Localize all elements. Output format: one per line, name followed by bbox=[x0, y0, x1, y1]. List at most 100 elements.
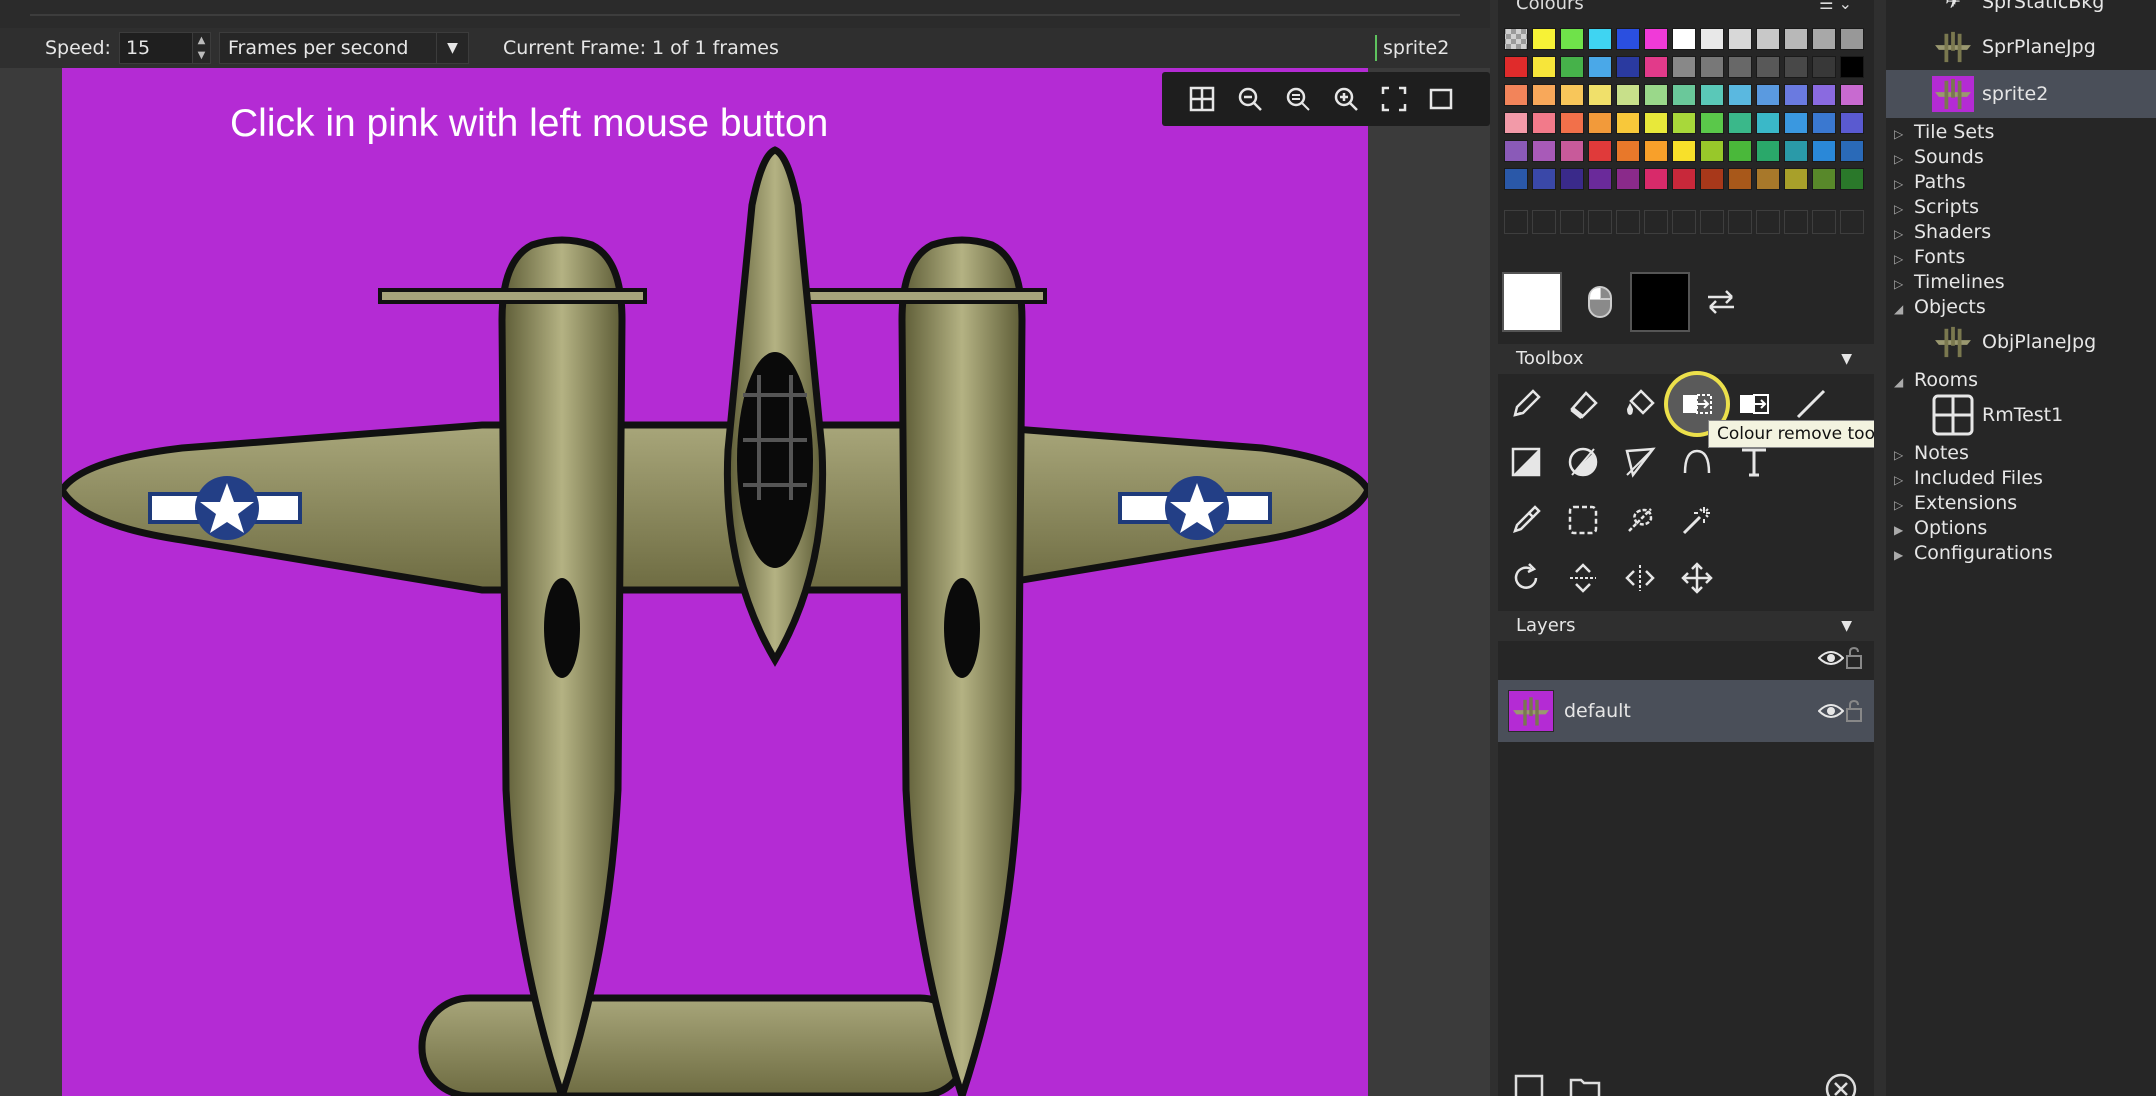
expand-icon[interactable]: ▶ bbox=[1894, 542, 1910, 568]
custom-colour-slot[interactable] bbox=[1532, 210, 1556, 234]
custom-colour-slot[interactable] bbox=[1644, 210, 1668, 234]
custom-colour-slot[interactable] bbox=[1840, 210, 1864, 234]
speed-input[interactable] bbox=[118, 32, 193, 64]
new-layer-icon[interactable] bbox=[1512, 1072, 1546, 1096]
tree-folder-sounds[interactable]: ▷ Sounds bbox=[1886, 144, 1984, 170]
colour-swatch[interactable] bbox=[1728, 168, 1752, 190]
colour-swatch[interactable] bbox=[1756, 140, 1780, 162]
colour-swatch[interactable] bbox=[1840, 56, 1864, 78]
colour-swatch[interactable] bbox=[1504, 112, 1528, 134]
colour-swatch[interactable] bbox=[1840, 84, 1864, 106]
colour-swatch[interactable] bbox=[1812, 84, 1836, 106]
zoom-out-button[interactable] bbox=[1230, 79, 1270, 119]
colour-swatch[interactable] bbox=[1756, 84, 1780, 106]
tree-folder-tilesets[interactable]: ▷ Tile Sets bbox=[1886, 119, 1994, 145]
colour-swatch[interactable] bbox=[1672, 56, 1696, 78]
panel-divider[interactable] bbox=[1490, 0, 1498, 1096]
colour-swatch[interactable] bbox=[1728, 28, 1752, 50]
colour-swatch[interactable] bbox=[1728, 112, 1752, 134]
colour-swatch[interactable] bbox=[1812, 168, 1836, 190]
colour-swatch[interactable] bbox=[1672, 168, 1696, 190]
fill-tool-button[interactable] bbox=[1616, 380, 1664, 428]
chevron-down-icon[interactable]: ▼ bbox=[1841, 344, 1852, 374]
speed-unit-select[interactable]: Frames per second ▼ bbox=[218, 32, 469, 64]
colour-swatch[interactable] bbox=[1588, 56, 1612, 78]
colour-swatch[interactable] bbox=[1560, 28, 1584, 50]
colour-swatch[interactable] bbox=[1812, 140, 1836, 162]
tree-folder-shaders[interactable]: ▷ Shaders bbox=[1886, 219, 1991, 245]
folder-icon[interactable] bbox=[1568, 1072, 1602, 1096]
custom-colour-slot[interactable] bbox=[1728, 210, 1752, 234]
colour-swatch[interactable] bbox=[1504, 168, 1528, 190]
eye-icon[interactable] bbox=[1818, 701, 1844, 721]
tree-divider[interactable] bbox=[1874, 0, 1886, 1096]
spin-up-icon[interactable]: ▲ bbox=[198, 35, 206, 46]
colour-swatch[interactable] bbox=[1616, 168, 1640, 190]
colour-swatch[interactable] bbox=[1756, 112, 1780, 134]
custom-colour-slot[interactable] bbox=[1560, 210, 1584, 234]
chevron-down-icon[interactable]: ▼ bbox=[1841, 611, 1852, 641]
colour-swatch[interactable] bbox=[1644, 56, 1668, 78]
colour-swatch[interactable] bbox=[1644, 140, 1668, 162]
colour-swatch[interactable] bbox=[1560, 168, 1584, 190]
colour-swatch[interactable] bbox=[1644, 28, 1668, 50]
colour-swatch[interactable] bbox=[1840, 28, 1864, 50]
colour-swatch[interactable] bbox=[1840, 140, 1864, 162]
move-tool-button[interactable] bbox=[1673, 554, 1721, 602]
grid-toggle-button[interactable] bbox=[1182, 79, 1222, 119]
tree-folder-rooms[interactable]: ◢ Rooms bbox=[1886, 367, 1978, 393]
layer-row[interactable]: default bbox=[1498, 680, 1874, 742]
colour-swatch[interactable] bbox=[1616, 140, 1640, 162]
colour-swatch[interactable] bbox=[1588, 28, 1612, 50]
toolbox-header[interactable]: Toolbox ▼ bbox=[1498, 344, 1874, 374]
speed-spinner[interactable]: ▲ ▼ bbox=[192, 32, 211, 64]
colour-swatch[interactable] bbox=[1532, 28, 1556, 50]
colour-swatch[interactable] bbox=[1616, 28, 1640, 50]
colour-swatch[interactable] bbox=[1532, 168, 1556, 190]
colour-swatch[interactable] bbox=[1840, 168, 1864, 190]
custom-colour-slot[interactable] bbox=[1700, 210, 1724, 234]
colour-swatch[interactable] bbox=[1728, 140, 1752, 162]
custom-colour-slot[interactable] bbox=[1812, 210, 1836, 234]
tree-folder-options[interactable]: ▶ Options bbox=[1886, 515, 1987, 541]
primary-colour-swatch[interactable] bbox=[1502, 272, 1562, 332]
colour-swatch[interactable] bbox=[1700, 168, 1724, 190]
custom-colour-slot[interactable] bbox=[1588, 210, 1612, 234]
tree-item-sprite2[interactable]: sprite2 bbox=[1886, 70, 2156, 118]
colour-swatch[interactable] bbox=[1616, 56, 1640, 78]
colour-swatch[interactable] bbox=[1784, 28, 1808, 50]
flip-horizontal-tool-button[interactable] bbox=[1616, 554, 1664, 602]
colour-swatch[interactable] bbox=[1784, 84, 1808, 106]
spin-down-icon[interactable]: ▼ bbox=[198, 50, 206, 61]
custom-colour-slot[interactable] bbox=[1784, 210, 1808, 234]
colour-swatch[interactable] bbox=[1644, 112, 1668, 134]
unlock-icon[interactable] bbox=[1844, 646, 1864, 670]
colour-swatch[interactable] bbox=[1812, 28, 1836, 50]
eye-icon[interactable] bbox=[1818, 648, 1844, 668]
colour-swatch[interactable] bbox=[1672, 84, 1696, 106]
custom-colour-slot[interactable] bbox=[1616, 210, 1640, 234]
ellipse-tool-button[interactable] bbox=[1559, 438, 1607, 486]
eyedropper-tool-button[interactable] bbox=[1502, 496, 1550, 544]
rotate-tool-button[interactable] bbox=[1502, 554, 1550, 602]
colour-swatch[interactable] bbox=[1532, 140, 1556, 162]
colour-swatch[interactable] bbox=[1812, 112, 1836, 134]
layers-header[interactable]: Layers ▼ bbox=[1498, 611, 1874, 641]
colour-swatch[interactable] bbox=[1840, 112, 1864, 134]
colour-swatch[interactable] bbox=[1672, 28, 1696, 50]
colour-swatch[interactable] bbox=[1588, 140, 1612, 162]
colour-swatch[interactable] bbox=[1784, 112, 1808, 134]
colour-swatch[interactable] bbox=[1644, 84, 1668, 106]
custom-colour-slot[interactable] bbox=[1672, 210, 1696, 234]
secondary-colour-swatch[interactable] bbox=[1630, 272, 1690, 332]
colour-swatch[interactable] bbox=[1756, 168, 1780, 190]
sprite-canvas[interactable]: Click in pink with left mouse button bbox=[62, 30, 1368, 1096]
delete-layer-icon[interactable] bbox=[1824, 1072, 1858, 1096]
colour-swatch[interactable] bbox=[1700, 84, 1724, 106]
colour-swatch[interactable] bbox=[1644, 168, 1668, 190]
unlock-icon[interactable] bbox=[1844, 699, 1864, 723]
colour-swatch[interactable] bbox=[1560, 140, 1584, 162]
colour-swatch[interactable] bbox=[1700, 56, 1724, 78]
colour-swatch[interactable] bbox=[1560, 112, 1584, 134]
colour-swatch[interactable] bbox=[1700, 140, 1724, 162]
